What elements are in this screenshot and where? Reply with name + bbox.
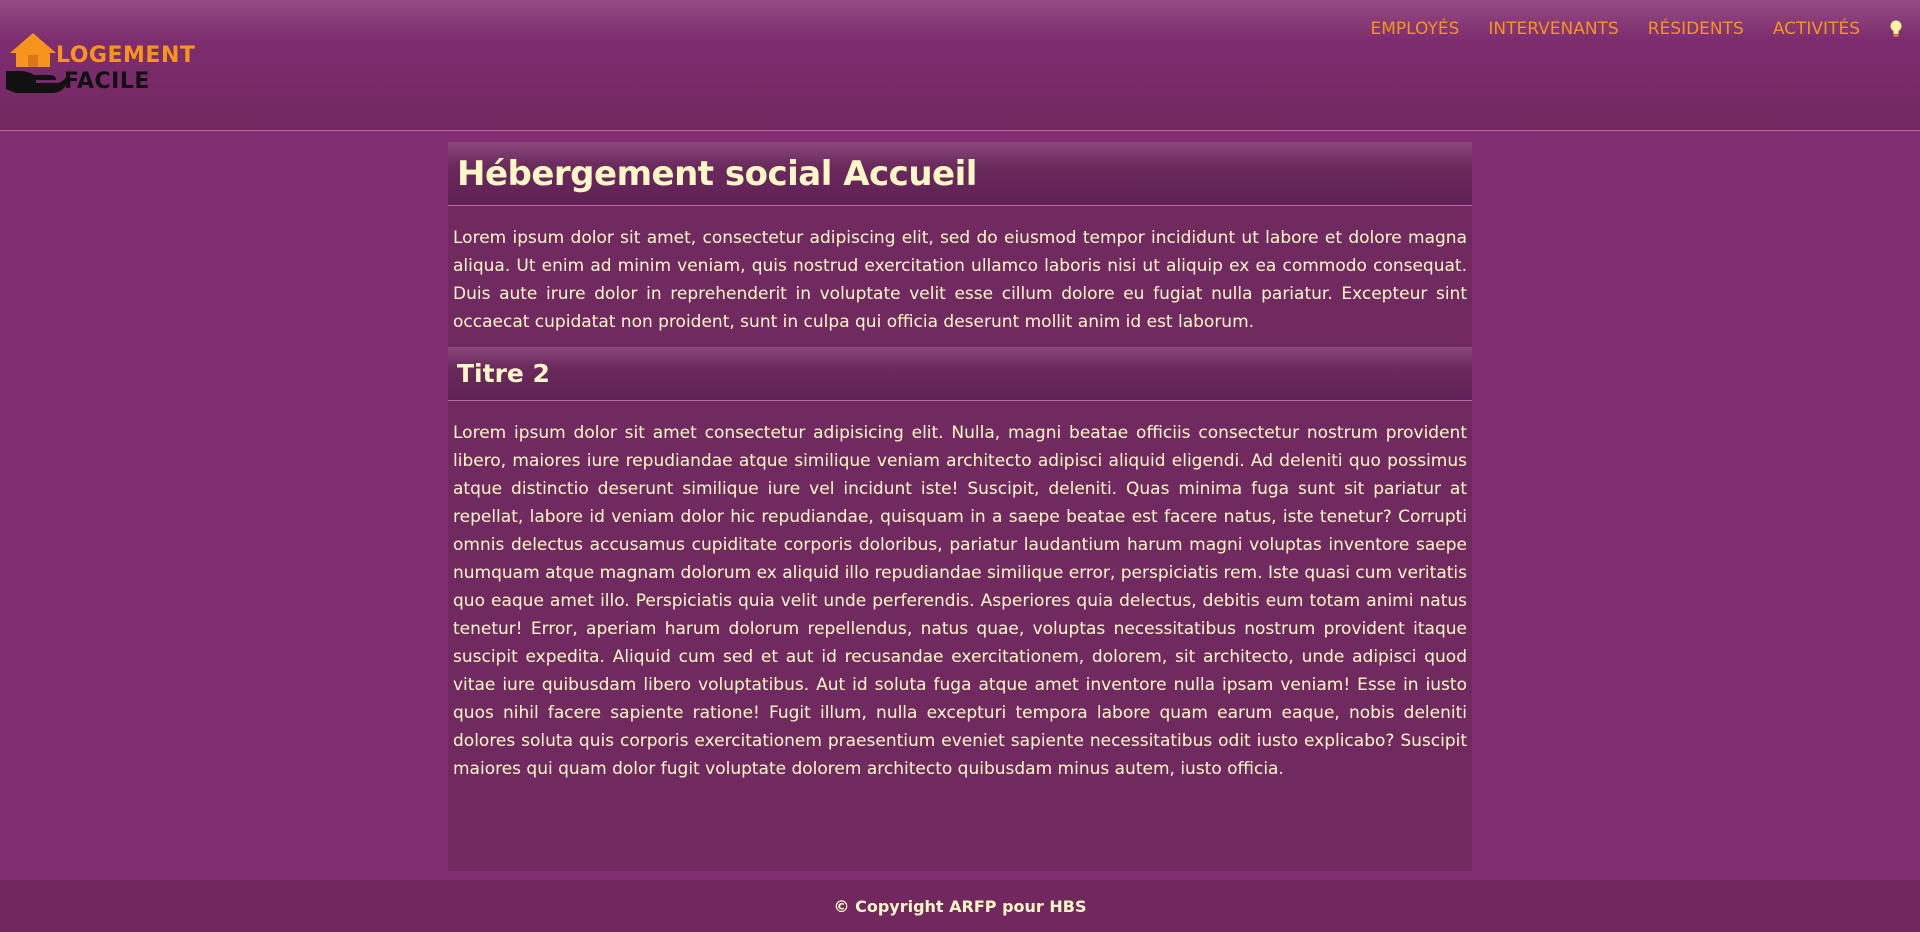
theme-toggle-button[interactable]	[1889, 18, 1903, 40]
nav-item-employes[interactable]: EMPLOYÉS	[1370, 19, 1459, 39]
nav-item-residents[interactable]: RÉSIDENTS	[1648, 19, 1744, 39]
site-logo[interactable]: LOGEMENT FACILE	[6, 33, 195, 95]
page-title-bar: Hébergement social Accueil	[448, 142, 1472, 206]
copyright-text: © Copyright ARFP pour HBS	[833, 896, 1087, 916]
nav-item-activites[interactable]: ACTIVITÉS	[1773, 19, 1860, 39]
main-content: Hébergement social Accueil Lorem ipsum d…	[448, 142, 1472, 871]
logo-text-line2: FACILE	[64, 69, 150, 94]
section-title-bar: Titre 2	[448, 347, 1472, 401]
page-title: Hébergement social Accueil	[457, 153, 977, 194]
logo-text-line1: LOGEMENT	[56, 43, 196, 68]
nav-item-intervenants[interactable]: INTERVENANTS	[1488, 19, 1618, 39]
lightbulb-icon	[1890, 20, 1902, 37]
site-footer: © Copyright ARFP pour HBS	[0, 880, 1920, 932]
site-header: LOGEMENT FACILE EMPLOYÉS INTERVENANTS RÉ…	[0, 0, 1920, 131]
intro-paragraph: Lorem ipsum dolor sit amet, consectetur …	[453, 228, 1467, 332]
section-paragraph: Lorem ipsum dolor sit amet consectetur a…	[453, 423, 1467, 779]
section-title: Titre 2	[457, 358, 550, 388]
main-nav: EMPLOYÉS INTERVENANTS RÉSIDENTS ACTIVITÉ…	[1370, 16, 1920, 42]
